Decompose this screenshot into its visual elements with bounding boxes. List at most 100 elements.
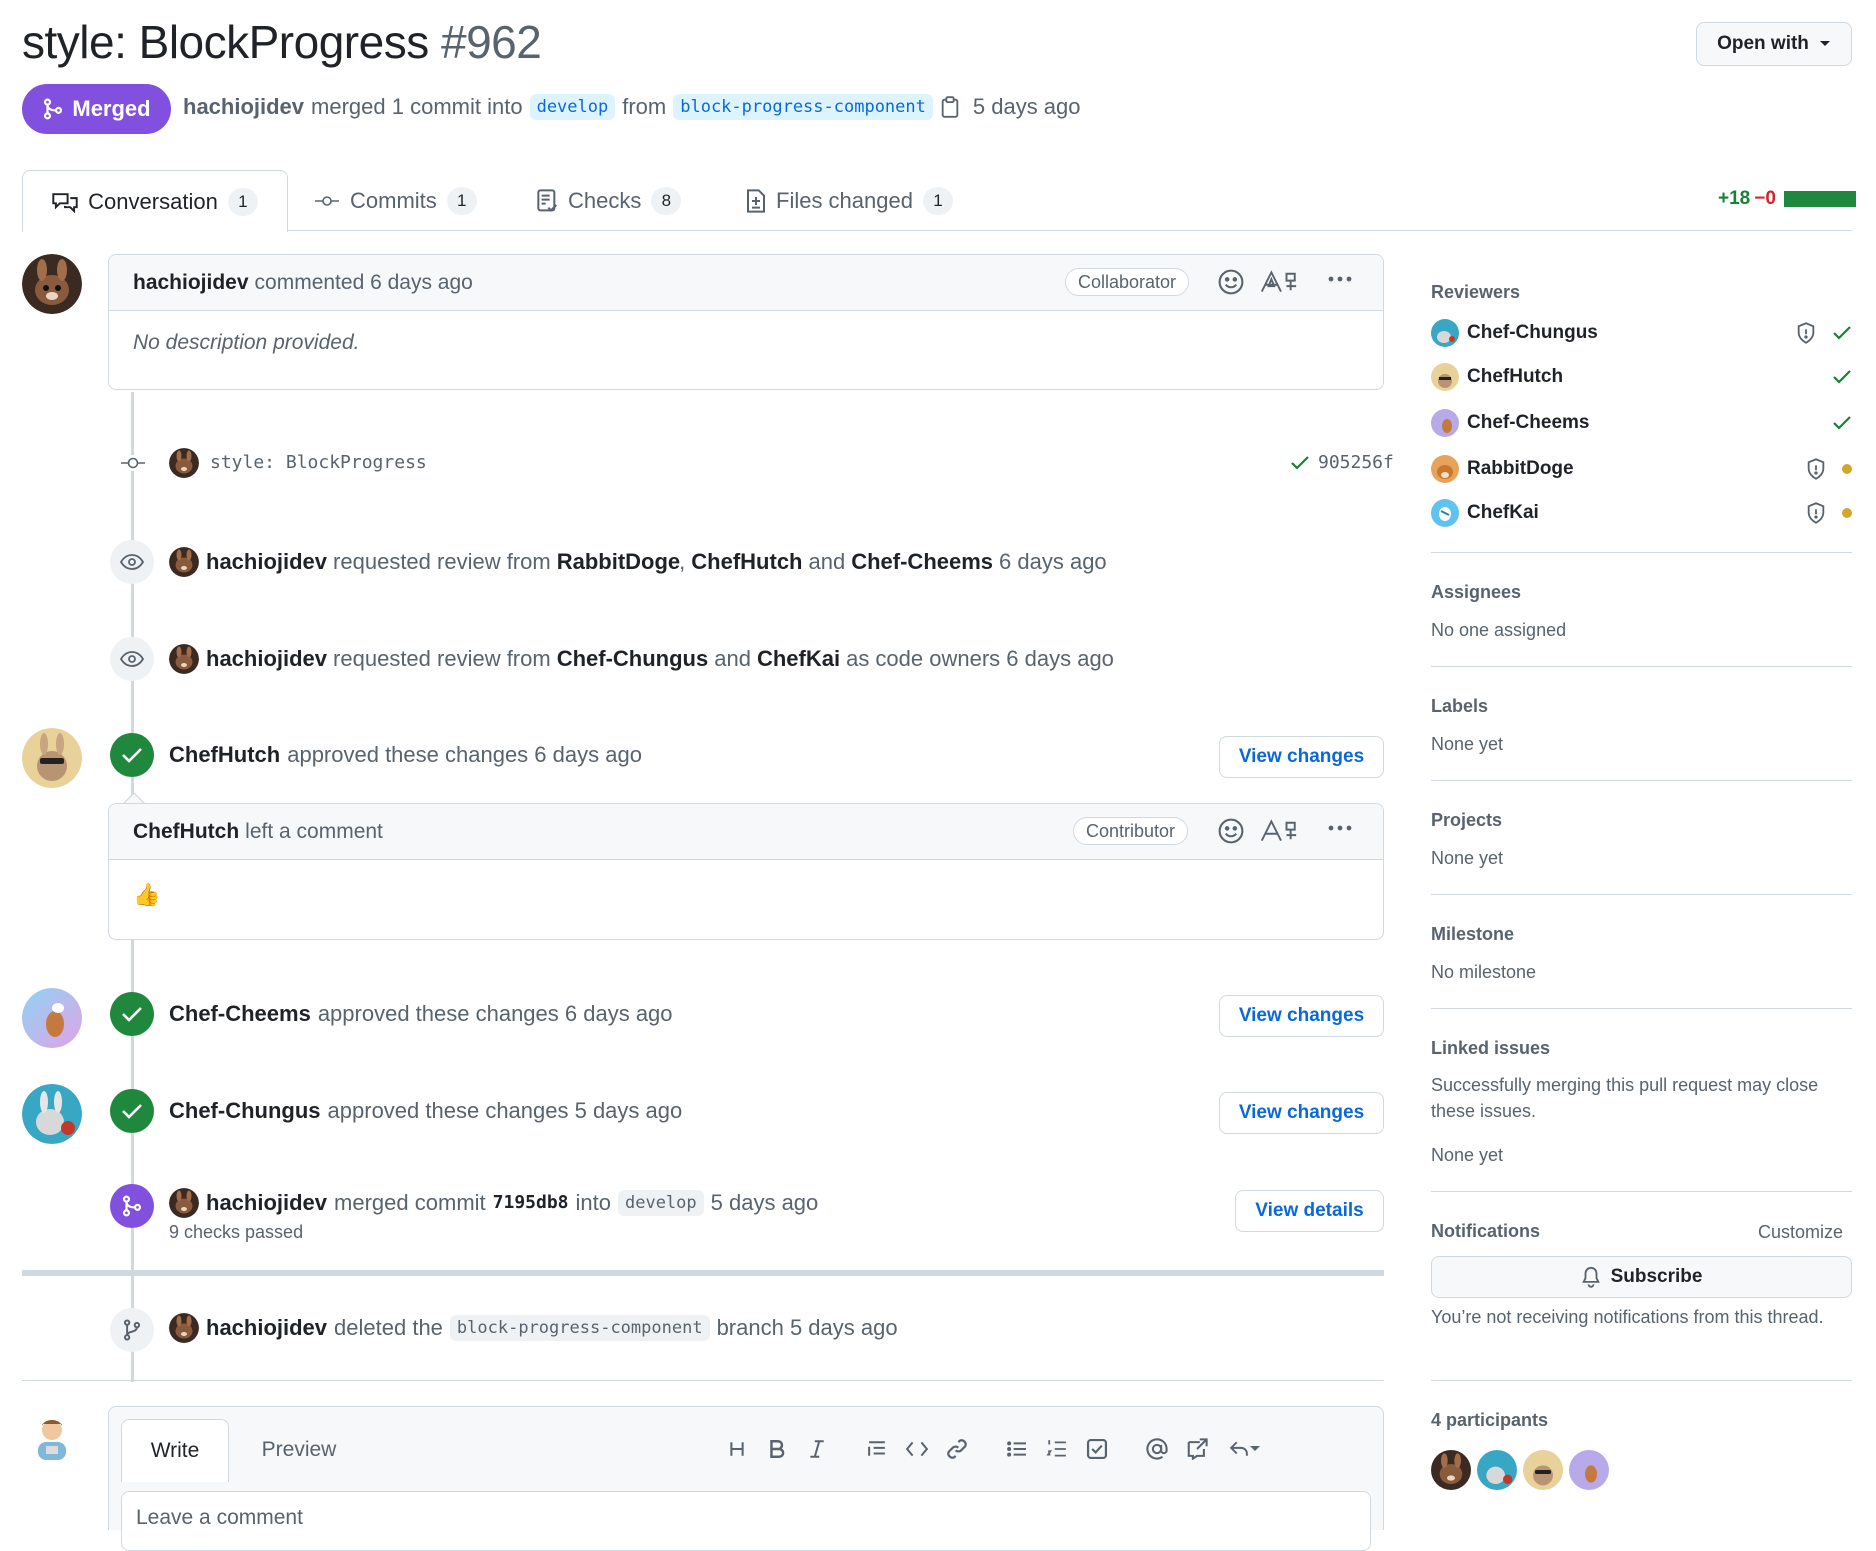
task-list-button[interactable] xyxy=(1079,1431,1115,1467)
avatar[interactable] xyxy=(22,728,82,788)
projects-heading[interactable]: Projects xyxy=(1431,810,1502,831)
event-author[interactable]: hachiojidev xyxy=(206,546,327,578)
subscribe-button[interactable]: Subscribe xyxy=(1431,1256,1852,1298)
event-author[interactable]: hachiojidev xyxy=(206,1187,327,1219)
italic-button[interactable] xyxy=(799,1431,835,1467)
mention-button[interactable] xyxy=(1139,1431,1175,1467)
head-branch[interactable]: block-progress-component xyxy=(673,94,933,120)
comment-textarea[interactable]: Leave a comment xyxy=(121,1491,1371,1551)
reviewer-name[interactable]: ChefKai xyxy=(1467,502,1539,524)
reviewers-heading[interactable]: Reviewers xyxy=(1431,282,1520,303)
check-icon xyxy=(122,748,142,763)
event-author[interactable]: hachiojidev xyxy=(206,643,327,675)
event-time[interactable]: 5 days ago xyxy=(711,1187,819,1219)
smiley-icon[interactable] xyxy=(1217,268,1245,296)
reference-button[interactable] xyxy=(1179,1431,1215,1467)
view-details-button[interactable]: View details xyxy=(1235,1190,1384,1232)
view-changes-button[interactable]: View changes xyxy=(1219,995,1384,1037)
event-author[interactable]: hachiojidev xyxy=(206,1312,327,1344)
translate-icon[interactable] xyxy=(1259,268,1303,296)
requested-user[interactable]: ChefKai xyxy=(757,643,840,675)
tab-checks[interactable]: Checks 8 xyxy=(536,170,682,231)
avatar[interactable] xyxy=(22,254,82,314)
commit-sha[interactable]: 905256f xyxy=(1318,452,1394,473)
bold-button[interactable] xyxy=(759,1431,795,1467)
comment-body: 👍 xyxy=(133,882,161,907)
reviewer-name[interactable]: RabbitDoge xyxy=(1467,458,1574,480)
view-changes-button[interactable]: View changes xyxy=(1219,1092,1384,1134)
translate-icon[interactable] xyxy=(1259,817,1303,845)
open-with-button[interactable]: Open with xyxy=(1696,22,1852,66)
requested-user[interactable]: Chef-Cheems xyxy=(851,546,993,578)
avatar[interactable] xyxy=(169,644,199,674)
tab-conversation[interactable]: Conversation 1 xyxy=(22,170,288,232)
requested-user[interactable]: ChefHutch xyxy=(691,546,802,578)
unordered-list-button[interactable] xyxy=(999,1431,1035,1467)
copy-icon[interactable] xyxy=(940,96,960,118)
smiley-icon[interactable] xyxy=(1217,817,1245,845)
pr-author-link[interactable]: hachiojidev xyxy=(183,90,304,124)
approver[interactable]: Chef-Cheems xyxy=(169,998,311,1030)
requested-user[interactable]: Chef-Chungus xyxy=(557,643,709,675)
heading-button[interactable] xyxy=(719,1431,755,1467)
avatar[interactable] xyxy=(169,448,199,478)
approver[interactable]: Chef-Chungus xyxy=(169,1095,321,1127)
merge-target-branch[interactable]: develop xyxy=(617,1190,704,1216)
avatar[interactable] xyxy=(1431,499,1459,527)
tab-preview[interactable]: Preview xyxy=(239,1419,359,1481)
comment-author[interactable]: hachiojidev xyxy=(133,271,249,295)
quote-button[interactable] xyxy=(859,1431,895,1467)
avatar[interactable] xyxy=(1431,319,1459,347)
avatar[interactable] xyxy=(1431,363,1459,391)
avatar[interactable] xyxy=(1523,1450,1563,1490)
approver[interactable]: ChefHutch xyxy=(169,739,280,771)
sidebar-divider xyxy=(1431,666,1852,667)
link-icon xyxy=(947,1439,967,1459)
approved-badge xyxy=(110,1089,154,1133)
assignees-heading[interactable]: Assignees xyxy=(1431,582,1521,603)
labels-heading[interactable]: Labels xyxy=(1431,696,1488,717)
check-icon[interactable] xyxy=(1290,455,1310,471)
milestone-heading[interactable]: Milestone xyxy=(1431,924,1514,945)
shield-icon[interactable] xyxy=(1796,322,1816,344)
tab-checks-count: 8 xyxy=(651,186,682,215)
avatar[interactable] xyxy=(22,1084,82,1144)
reviewer-name[interactable]: Chef-Cheems xyxy=(1467,412,1589,434)
tab-files-changed[interactable]: Files changed 1 xyxy=(746,170,953,231)
avatar[interactable] xyxy=(22,988,82,1048)
view-changes-button[interactable]: View changes xyxy=(1219,736,1384,778)
customize-link[interactable]: Customize xyxy=(1758,1219,1843,1245)
code-button[interactable] xyxy=(899,1431,935,1467)
commit-message[interactable]: style: BlockProgress xyxy=(210,452,427,473)
linked-issues-heading[interactable]: Linked issues xyxy=(1431,1038,1550,1059)
tab-write[interactable]: Write xyxy=(121,1419,229,1482)
kebab-horizontal-icon[interactable] xyxy=(1327,275,1353,283)
shield-icon[interactable] xyxy=(1806,458,1826,480)
base-branch[interactable]: develop xyxy=(529,94,616,120)
event-time[interactable]: 6 days ago xyxy=(999,546,1107,578)
reviewer-name[interactable]: Chef-Chungus xyxy=(1467,322,1598,344)
avatar[interactable] xyxy=(1431,455,1459,483)
kebab-horizontal-icon[interactable] xyxy=(1327,824,1353,832)
ordered-list-button[interactable] xyxy=(1039,1431,1075,1467)
tab-commits[interactable]: Commits 1 xyxy=(314,170,477,231)
shield-icon[interactable] xyxy=(1806,502,1826,524)
avatar[interactable] xyxy=(169,547,199,577)
checks-passed[interactable]: 9 checks passed xyxy=(169,1222,303,1243)
avatar[interactable] xyxy=(1431,409,1459,437)
delete-branch-event: hachiojidev deleted the block-progress-c… xyxy=(206,1312,898,1344)
deleted-branch[interactable]: block-progress-component xyxy=(449,1315,710,1341)
reviewer-name[interactable]: ChefHutch xyxy=(1467,366,1563,388)
avatar[interactable] xyxy=(1477,1450,1517,1490)
reviewer-chef-chungus: Chef-Chungus xyxy=(1431,316,1852,350)
merge-commit-sha[interactable]: 7195db8 xyxy=(493,1187,569,1219)
avatar[interactable] xyxy=(1431,1450,1471,1490)
link-button[interactable] xyxy=(939,1431,975,1467)
avatar[interactable] xyxy=(169,1313,199,1343)
avatar[interactable] xyxy=(1569,1450,1609,1490)
saved-replies-button[interactable] xyxy=(1219,1431,1269,1467)
requested-user[interactable]: RabbitDoge xyxy=(557,546,680,578)
approval-event: Chef-Chungus approved these changes 5 da… xyxy=(169,1095,682,1127)
comment-author[interactable]: ChefHutch xyxy=(133,820,239,844)
avatar[interactable] xyxy=(169,1188,199,1218)
